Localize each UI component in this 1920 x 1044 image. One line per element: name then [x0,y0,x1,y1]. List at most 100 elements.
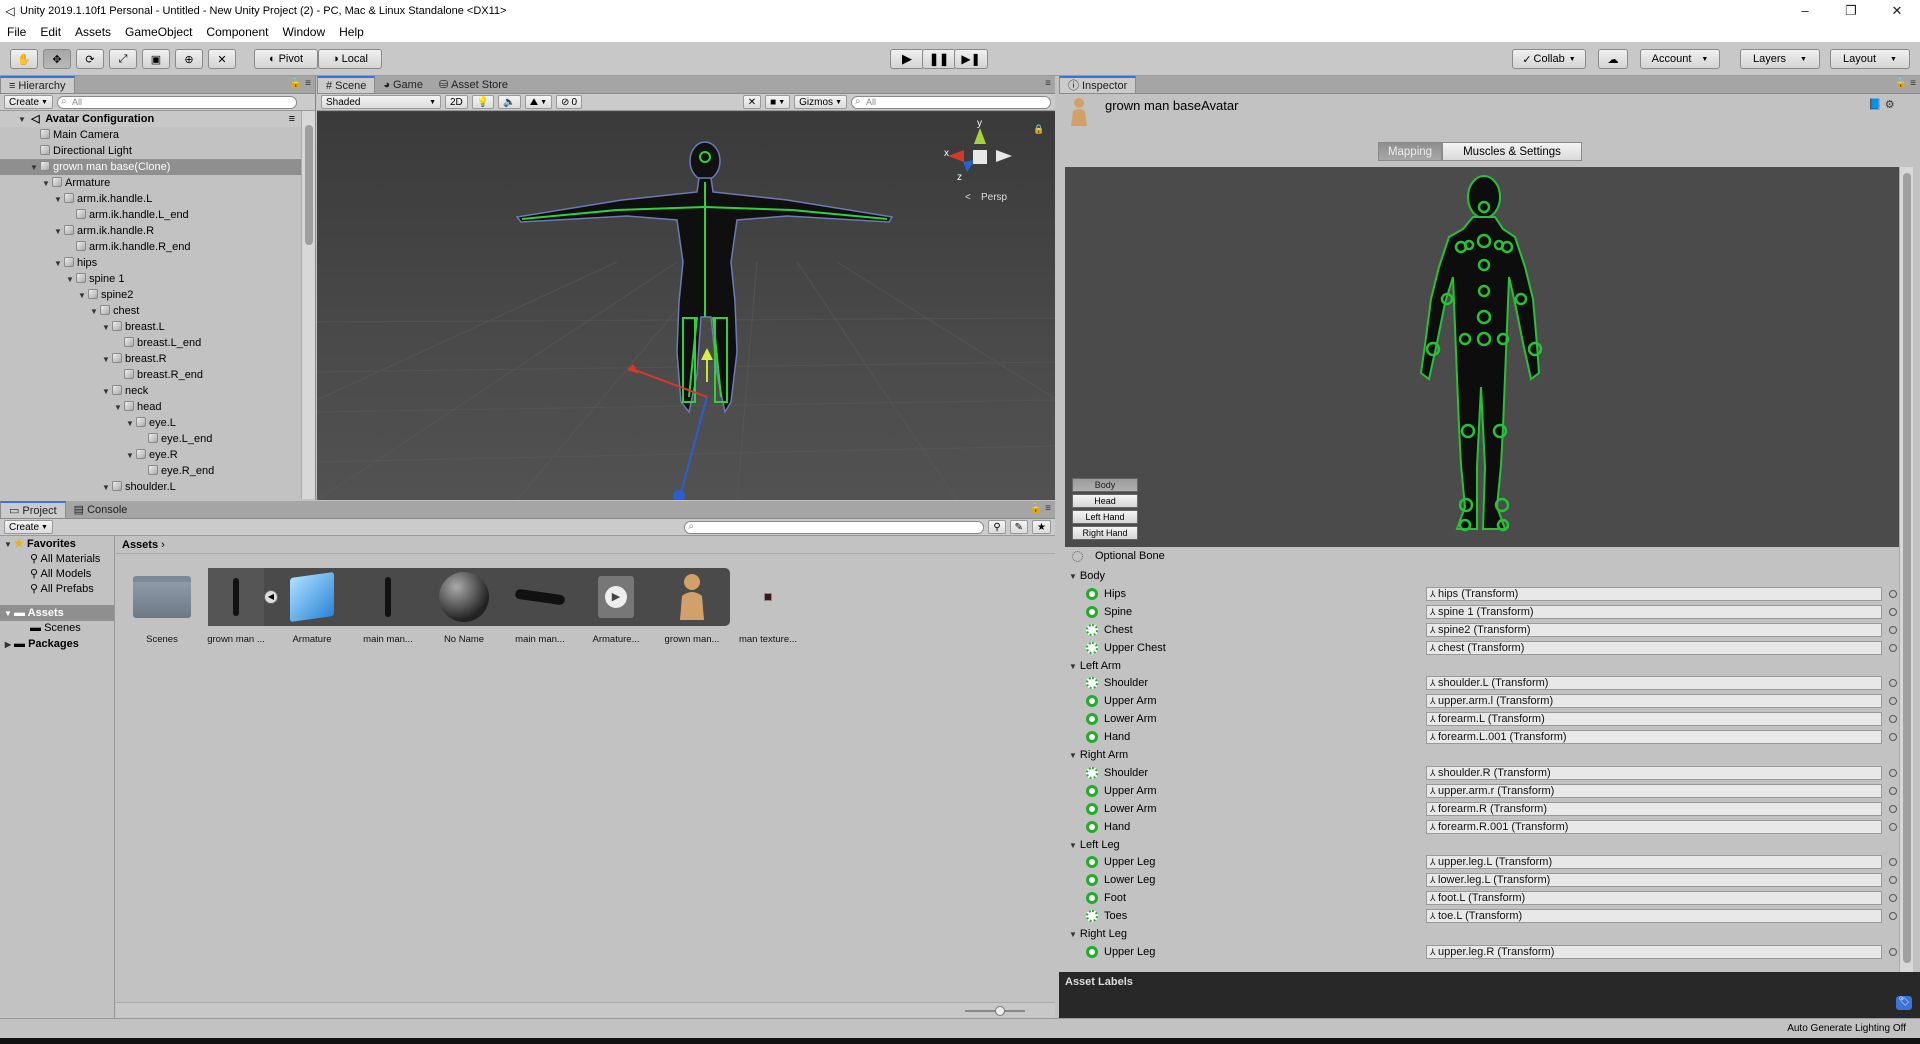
bone-status-icon[interactable] [1086,713,1098,725]
hierarchy-row[interactable]: ▼ breast.R [0,351,315,367]
bone-transform-field[interactable]: ⅄ forearm.R.001 (Transform) [1426,819,1882,834]
menu-component[interactable]: Component [199,25,275,39]
bone-transform-field[interactable]: ⅄ upper.arm.r (Transform) [1426,783,1882,798]
bone-transform-field[interactable]: ⅄ upper.leg.R (Transform) [1426,944,1882,959]
scenes-folder-row[interactable]: ▬ Scenes [0,621,114,636]
pivot-toggle[interactable]: ◐ Pivot [254,49,318,69]
bone-transform-field[interactable]: ⅄ hips (Transform) [1426,586,1882,601]
object-picker-icon[interactable] [1889,589,1897,598]
expand-arrow-icon[interactable]: ▼ [40,176,52,192]
bone-status-icon[interactable] [1086,641,1098,654]
bone-status-icon[interactable] [1086,623,1098,636]
move-gizmo[interactable] [627,348,713,500]
collapse-model-button[interactable]: ◀ [264,590,278,604]
hierarchy-row[interactable]: arm.ik.handle.R_end [0,239,315,255]
hierarchy-scrollbar[interactable] [301,111,315,499]
close-button[interactable]: ✕ [1874,0,1920,22]
filter-type-button[interactable]: ⚲ [988,520,1006,534]
object-picker-icon[interactable] [1889,697,1897,705]
asset-item[interactable]: grown man... [656,566,728,645]
right-hand-view-button[interactable]: Right Hand [1072,526,1138,540]
expand-arrow-icon[interactable]: ▼ [124,448,136,464]
asset-item[interactable]: main man... [504,566,576,645]
assets-folder-row[interactable]: ▼ ▬ Assets [0,605,114,621]
bone-status-icon[interactable] [1086,910,1098,922]
tab-scene[interactable]: # Scene [317,76,376,93]
bone-transform-field[interactable]: ⅄ toe.L (Transform) [1426,909,1882,923]
lock-icon[interactable]: 🔒 [1033,124,1044,134]
bone-transform-field[interactable]: ⅄ forearm.L.001 (Transform) [1426,730,1882,744]
tools-settings-button[interactable]: ✕ [742,95,762,109]
favorite-item[interactable]: ⚲ All Prefabs [0,582,114,597]
asset-item[interactable]: ▶ Armature... [580,566,652,645]
local-toggle[interactable]: ◑ Local [318,49,382,69]
hierarchy-row[interactable]: ▼ shoulder.L [0,479,315,495]
tab-muscles-settings[interactable]: Muscles & Settings [1442,142,1582,161]
bone-transform-field[interactable]: ⅄ forearm.R (Transform) [1426,801,1882,816]
hierarchy-row[interactable]: breast.L_end [0,335,315,351]
expand-arrow-icon[interactable]: ▼ [52,192,64,208]
scene-render[interactable]: y x z Persp < 🔒 [317,112,1055,500]
hierarchy-row[interactable]: Directional Light [0,143,315,159]
object-picker-icon[interactable] [1889,912,1897,920]
panel-menu-icon[interactable]: 🔒 ≡ [1030,503,1051,514]
bone-transform-field[interactable]: ⅄ forearm.L (Transform) [1426,712,1882,726]
menu-file[interactable]: File [0,25,33,39]
object-picker-icon[interactable] [1889,947,1897,956]
object-picker-icon[interactable] [1889,876,1897,884]
layers-dropdown[interactable]: Layers ▼ [1740,49,1820,69]
orientation-gizmo[interactable]: y x z [944,118,1012,183]
bone-status-icon[interactable] [1086,605,1098,618]
gizmos-dropdown[interactable]: Gizmos ▼ [794,95,847,109]
tab-asset-store[interactable]: ⛁ Asset Store [431,76,516,93]
play-button[interactable]: ▶ [890,49,924,69]
bone-status-icon[interactable] [1086,731,1098,743]
zoom-slider-thumb[interactable] [995,1006,1005,1016]
layout-dropdown[interactable]: Layout ▼ [1830,49,1910,69]
asset-item[interactable]: main man... [352,566,424,645]
hierarchy-row[interactable]: ▼ spine 1 [0,271,315,287]
bone-transform-field[interactable]: ⅄ upper.arm.l (Transform) [1426,694,1882,708]
bone-status-icon[interactable] [1086,695,1098,707]
bone-status-icon[interactable] [1086,802,1098,815]
bone-transform-field[interactable]: ⅄ shoulder.L (Transform) [1426,676,1882,690]
expand-arrow-icon[interactable]: ▼ [52,256,64,272]
expand-arrow-icon[interactable]: ▼ [28,160,40,176]
scrollbar-thumb[interactable] [1903,173,1911,963]
bone-status-icon[interactable] [1086,820,1098,833]
panel-menu-icon[interactable]: 🔒 ≡ [290,78,311,89]
bone-status-icon[interactable] [1086,677,1098,689]
head-view-button[interactable]: Head [1072,494,1138,508]
effects-dropdown[interactable]: ⛰ ▼ [524,95,553,109]
bone-section-header[interactable]: Body [1069,568,1105,584]
menu-assets[interactable]: Assets [68,25,118,39]
hierarchy-row[interactable]: ▼ hips [0,255,315,271]
tab-hierarchy[interactable]: ≡ Hierarchy [0,76,75,93]
bone-transform-field[interactable]: ⅄ foot.L (Transform) [1426,891,1882,905]
menu-gameobject[interactable]: GameObject [118,25,199,39]
bone-status-icon[interactable] [1086,874,1098,886]
bone-transform-field[interactable]: ⅄ shoulder.R (Transform) [1426,765,1882,780]
expand-arrow-icon[interactable]: ▼ [100,352,112,368]
object-picker-icon[interactable] [1889,858,1897,866]
hierarchy-row[interactable]: ▼ chest [0,303,315,319]
bone-transform-field[interactable]: ⅄ chest (Transform) [1426,640,1882,655]
humanoid-view[interactable] [1065,167,1903,547]
scene-root-row[interactable]: ▼ ◁ Avatar Configuration ≡ [0,111,315,127]
hierarchy-row[interactable]: ▼ arm.ik.handle.L [0,191,315,207]
hierarchy-row[interactable]: ▼ breast.L [0,319,315,335]
bone-transform-field[interactable]: ⅄ lower.leg.L (Transform) [1426,873,1882,887]
expand-arrow-icon[interactable]: ▼ [76,288,88,304]
expand-arrow-icon[interactable]: ▼ [2,537,14,553]
label-tag-icon[interactable]: 🏷 [1896,996,1912,1010]
bone-section-header[interactable]: Left Arm [1069,658,1121,674]
project-search-input[interactable] [684,520,985,534]
bone-status-icon[interactable] [1086,784,1098,797]
rotate-tool-button[interactable]: ⟳ [76,49,104,69]
expand-arrow-icon[interactable]: ▼ [16,112,28,128]
scene-menu-icon[interactable]: ≡ [289,111,295,127]
object-picker-icon[interactable] [1889,733,1897,741]
tab-mapping[interactable]: Mapping [1378,142,1442,161]
left-hand-view-button[interactable]: Left Hand [1072,510,1138,524]
filter-label-button[interactable]: ✎ [1009,520,1029,534]
